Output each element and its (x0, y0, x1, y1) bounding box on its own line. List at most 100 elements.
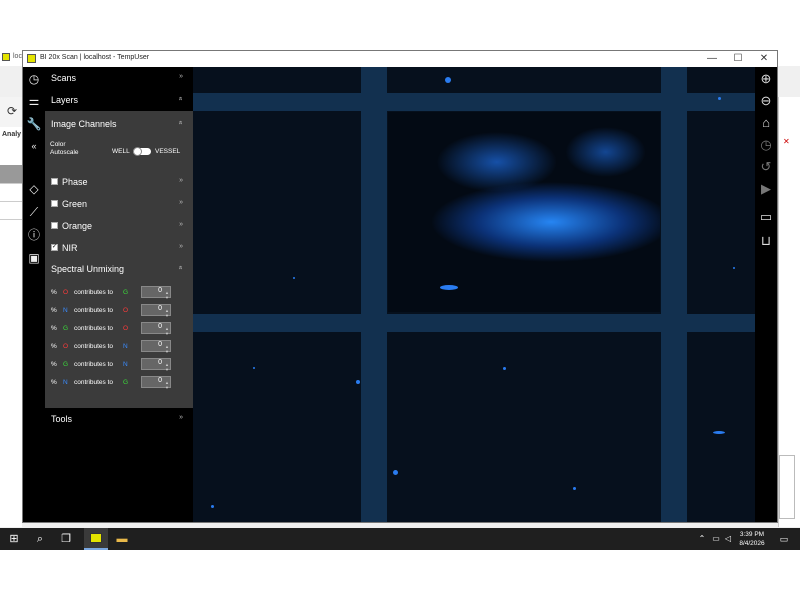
channel-nir[interactable]: ✓ NIR » (45, 237, 193, 259)
unmix-value-stepper[interactable]: 0 ▲ ▼ (141, 304, 171, 318)
taskbar-app-active[interactable] (84, 528, 108, 550)
close-button[interactable]: ✕ (751, 51, 777, 67)
background-row[interactable] (0, 201, 22, 220)
image-viewer[interactable] (193, 67, 755, 522)
well-grid-line (361, 67, 387, 522)
phase-checkbox[interactable] (51, 178, 58, 185)
scale-bar-icon[interactable]: ⊔ (758, 233, 774, 249)
unmix-value-stepper[interactable]: 0 ▲ ▼ (141, 322, 171, 336)
section-scans[interactable]: Scans » (45, 67, 193, 89)
window-title: BI 20x Scan | localhost - TempUser (40, 54, 150, 61)
fluorescent-speck (211, 505, 214, 508)
background-row[interactable] (0, 165, 22, 184)
contributes-to-label: contributes to (74, 379, 114, 386)
stepper-value: 0 (158, 377, 162, 384)
stepper-arrows-icon[interactable]: ▲ ▼ (165, 362, 169, 372)
close-icon[interactable]: ✕ (783, 137, 790, 146)
chevron-down-icon: » (179, 221, 183, 228)
section-spectral-unmixing[interactable]: Spectral Unmixing » (45, 258, 193, 280)
image-icon[interactable]: ▣ (26, 250, 42, 266)
stepper-arrows-icon[interactable]: ▲ ▼ (165, 290, 169, 300)
target-channel: N (123, 343, 128, 350)
history-icon[interactable]: ◷ (758, 137, 774, 153)
hamburger-menu-icon[interactable]: ☰ (22, 71, 23, 87)
section-layers[interactable]: Layers » (45, 89, 193, 111)
wrench-icon[interactable]: 🔧 (26, 116, 42, 132)
percent-label: % (51, 325, 57, 332)
scans-label: Scans (51, 73, 77, 83)
orange-checkbox[interactable] (51, 222, 58, 229)
undo-icon[interactable]: ↺ (758, 159, 774, 175)
contributes-to-label: contributes to (74, 325, 114, 332)
background-row[interactable] (0, 183, 22, 202)
stepper-arrows-icon[interactable]: ▲ ▼ (165, 344, 169, 354)
start-button[interactable]: ⊞ (2, 528, 26, 550)
zoom-in-icon[interactable]: ⊕ (758, 71, 774, 87)
zoom-out-icon[interactable]: ⊖ (758, 93, 774, 109)
section-image-channels[interactable]: Image Channels » (45, 113, 193, 135)
stepper-arrows-icon[interactable]: ▲ ▼ (165, 380, 169, 390)
unmix-row: % O contributes to G 0 ▲ ▼ (51, 286, 181, 300)
background-row[interactable] (0, 147, 22, 166)
minimize-button[interactable]: — (699, 51, 725, 67)
notification-icon[interactable]: ▭ (772, 528, 796, 550)
background-app-icon (2, 53, 10, 61)
fluorescent-speck (713, 431, 725, 434)
channel-phase[interactable]: Phase » (45, 171, 193, 193)
toggle-knob (133, 147, 142, 156)
unmix-value-stepper[interactable]: 0 ▲ ▼ (141, 340, 171, 354)
fluorescent-tissue-region (388, 112, 660, 312)
app-icon (90, 533, 102, 543)
task-view-icon[interactable]: ❐ (54, 528, 78, 550)
source-channel: G (63, 325, 69, 332)
unmix-value-stepper[interactable]: 0 ▲ ▼ (141, 358, 171, 372)
source-channel: N (63, 379, 68, 386)
stepper-arrows-icon[interactable]: ▲ ▼ (165, 326, 169, 336)
source-channel: G (63, 361, 69, 368)
channel-orange[interactable]: Orange » (45, 215, 193, 237)
stepper-arrows-icon[interactable]: ▲ ▼ (165, 308, 169, 318)
refresh-icon[interactable]: ⟳ (7, 104, 17, 118)
graph-icon[interactable]: ⟋ (26, 204, 42, 220)
sliders-icon[interactable]: ⚌ (26, 93, 42, 109)
background-tab-fragment: loc (13, 53, 22, 60)
unmix-row: % N contributes to G 0 ▲ ▼ (51, 376, 181, 390)
background-scrollbar[interactable] (779, 455, 795, 519)
toggle-left-label: WELL (112, 148, 130, 155)
contributes-to-label: contributes to (74, 307, 114, 314)
search-icon[interactable]: ⌕ (28, 528, 52, 550)
unmix-value-stepper[interactable]: 0 ▲ ▼ (141, 376, 171, 390)
unmix-row: % N contributes to O 0 ▲ ▼ (51, 304, 181, 318)
layers-label: Layers (51, 95, 79, 105)
unmix-value-stepper[interactable]: 0 ▲ ▼ (141, 286, 171, 300)
well-vessel-toggle[interactable] (133, 147, 151, 156)
green-checkbox[interactable] (51, 200, 58, 207)
fluorescent-speck (293, 277, 295, 279)
stepper-value: 0 (158, 341, 162, 348)
fluorescent-speck (718, 97, 721, 100)
section-tools[interactable]: Tools » (45, 408, 193, 430)
stepper-value: 0 (158, 359, 162, 366)
annotate-shapes-icon[interactable]: ◇ (26, 181, 42, 197)
scan-viewer-window: BI 20x Scan | localhost - TempUser — ☐ ✕… (22, 50, 778, 523)
background-sidebar-label: Analy (2, 131, 22, 138)
play-icon[interactable]: ▶ (758, 181, 774, 197)
file-explorer-icon[interactable]: ▬ (110, 528, 134, 550)
tools-label: Tools (51, 414, 73, 424)
percent-label: % (51, 289, 57, 296)
percent-label: % (51, 361, 57, 368)
window-titlebar[interactable]: BI 20x Scan | localhost - TempUser — ☐ ✕ (23, 51, 777, 67)
image-channels-box: Image Channels » Color Autoscale WELL VE… (45, 111, 193, 408)
collapse-panel-icon[interactable]: « (26, 138, 42, 154)
ruler-icon[interactable]: ▭ (758, 209, 774, 225)
channel-label: Orange (62, 221, 93, 231)
maximize-button[interactable]: ☐ (725, 51, 751, 67)
channel-green[interactable]: Green » (45, 193, 193, 215)
source-channel: O (63, 343, 69, 350)
home-icon[interactable]: ⌂ (758, 115, 774, 131)
contributes-to-label: contributes to (74, 361, 114, 368)
info-icon[interactable]: ⓘ (26, 227, 42, 243)
clock-icon[interactable]: ◷ (26, 71, 42, 87)
nir-checkbox[interactable]: ✓ (51, 244, 58, 251)
color-autoscale-label-2: Autoscale (50, 149, 79, 156)
